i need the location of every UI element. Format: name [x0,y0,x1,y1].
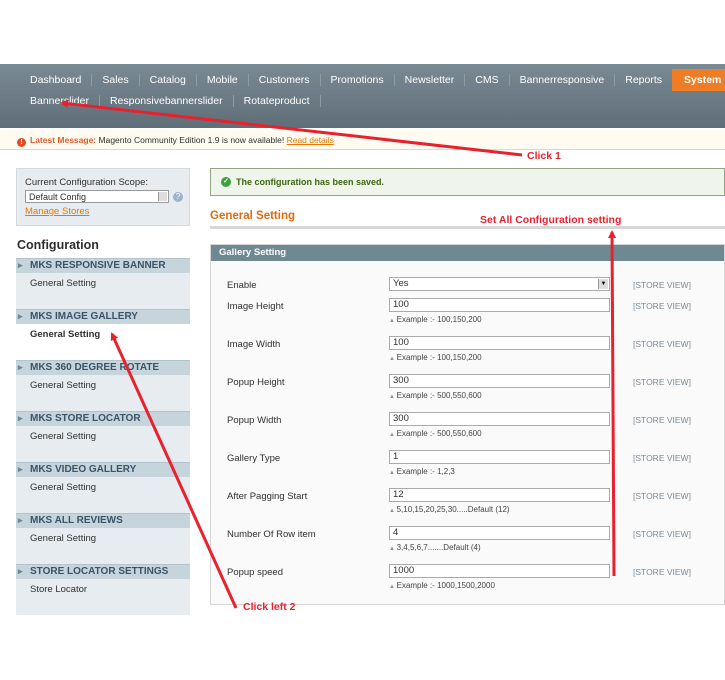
annotation-arrows [60,99,617,609]
annotation-click-1: Click 1 [527,150,561,162]
annotation-click-left-2: Click left 2 [243,601,296,613]
arrow-click-left-2 [110,332,238,609]
annotation-set-all-configuration: Set All Configuration setting [480,214,622,226]
page: Dashboard Sales Catalog Mobile Customers… [0,0,725,680]
arrow-set-all [608,230,617,577]
arrow-click1 [60,99,523,157]
